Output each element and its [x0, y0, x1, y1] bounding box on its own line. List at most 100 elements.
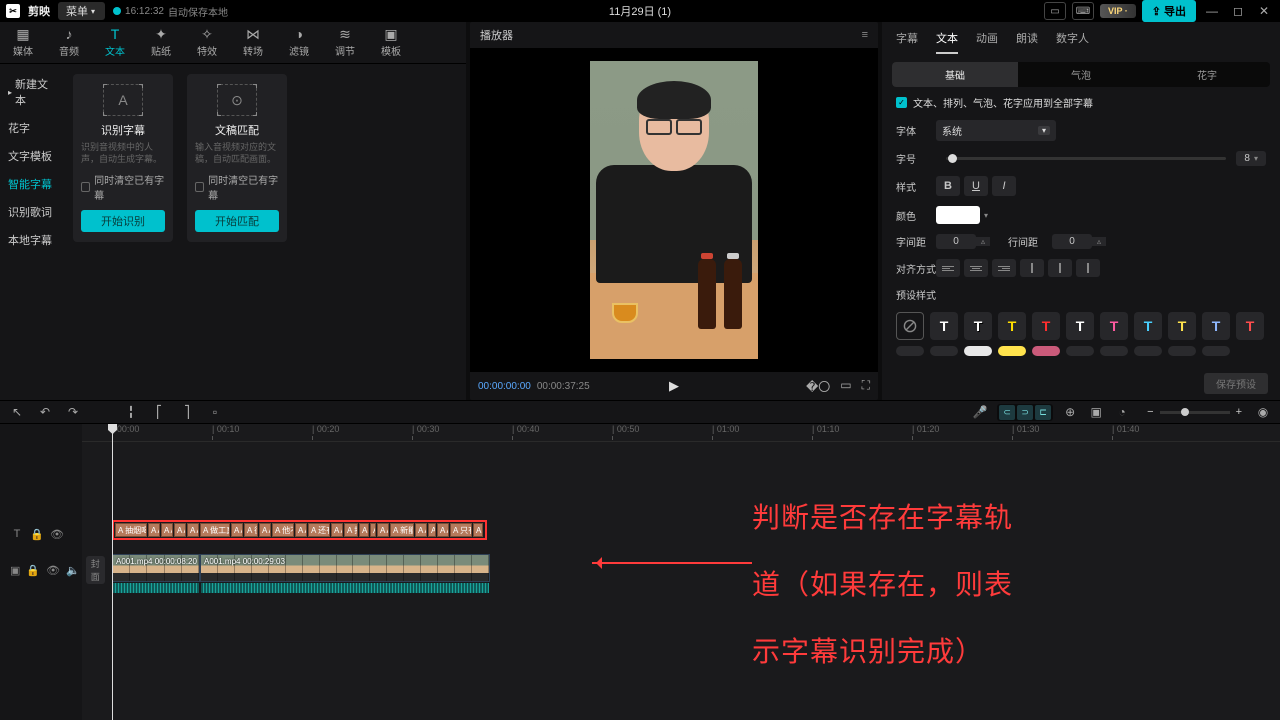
mic-icon[interactable]: 🎤	[971, 405, 989, 419]
subtab-花字[interactable]: 花字	[1144, 62, 1270, 87]
subtitle-clip[interactable]: A A	[377, 523, 389, 537]
shortcut-icon[interactable]: ⌨	[1072, 2, 1094, 20]
subtitle-clip[interactable]: A A	[473, 523, 483, 537]
layout-icon[interactable]: ▭	[1044, 2, 1066, 20]
play-button[interactable]: ▶	[669, 378, 679, 394]
inspector-tab-字幕[interactable]: 字幕	[896, 30, 918, 54]
sidebar-item-新建文本[interactable]: 新建文本	[0, 70, 65, 114]
subtitle-clip[interactable]: A A	[161, 523, 173, 537]
subtitle-track[interactable]: A 抽烟喝A AA AA AA AA 做工真A AA 往A AA 他不A AA …	[112, 520, 487, 540]
sidebar-item-花字[interactable]: 花字	[0, 114, 65, 142]
subtitle-clip[interactable]: A A	[231, 523, 243, 537]
preset-bar-9[interactable]	[1202, 346, 1230, 356]
card-checkbox[interactable]: 同时清空已有字幕	[195, 172, 279, 202]
align-right[interactable]	[992, 259, 1016, 277]
subtitle-clip[interactable]: A 做工真	[200, 523, 230, 537]
preset-0[interactable]: T	[930, 312, 958, 340]
preset-3[interactable]: T	[1032, 312, 1060, 340]
redo-icon[interactable]: ↷	[64, 405, 82, 419]
tooltab-媒体[interactable]: ▦媒体	[0, 22, 46, 63]
subtitle-clip[interactable]: A A	[148, 523, 160, 537]
close-icon[interactable]: ✕	[1254, 4, 1274, 18]
subtitle-clip[interactable]: A 他不	[272, 523, 294, 537]
tooltab-文本[interactable]: T文本	[92, 22, 138, 63]
apply-all-row[interactable]: ✓ 文本、排列、气泡、花字应用到全部字幕	[896, 95, 1266, 110]
sidebar-item-智能字幕[interactable]: 智能字幕	[0, 170, 65, 198]
preset-7[interactable]: T	[1168, 312, 1196, 340]
tooltab-音频[interactable]: ♪音频	[46, 22, 92, 63]
preset-bar-8[interactable]	[1168, 346, 1196, 356]
subtitle-clip[interactable]: A A	[370, 523, 376, 537]
ratio-icon[interactable]: ▭	[840, 378, 851, 395]
snap-1[interactable]: ⊂	[999, 405, 1015, 420]
video-clip[interactable]: A001.mp4 00:00:08:20	[112, 554, 200, 582]
tooltab-滤镜[interactable]: ◑滤镜	[276, 22, 322, 63]
menu-button[interactable]: 菜单	[58, 2, 105, 20]
subtitle-track-label[interactable]: T 🔒 👁	[0, 516, 82, 552]
zoom-fit-icon[interactable]: ◉	[1254, 405, 1272, 419]
tooltab-调节[interactable]: ≋调节	[322, 22, 368, 63]
inspector-tab-文本[interactable]: 文本	[936, 30, 958, 54]
marker-icon[interactable]: ⊕	[1061, 405, 1079, 419]
sidebar-item-文字模板[interactable]: 文字模板	[0, 142, 65, 170]
preset-8[interactable]: T	[1202, 312, 1230, 340]
card-action-button[interactable]: 开始识别	[81, 210, 165, 232]
spacing-input[interactable]: 0	[936, 234, 976, 249]
preset-6[interactable]: T	[1134, 312, 1162, 340]
fullscreen-icon[interactable]: ⛶	[862, 378, 870, 395]
split-icon[interactable]: ╏	[122, 405, 140, 419]
subtitle-clip[interactable]: A A	[295, 523, 307, 537]
player-menu-icon[interactable]: ≡	[862, 29, 868, 41]
track-toggle-icon[interactable]: ◔	[1113, 405, 1131, 419]
snap-2[interactable]: ⊃	[1017, 405, 1033, 420]
maximize-icon[interactable]: ◻	[1228, 4, 1248, 18]
tooltab-模板[interactable]: ▣模板	[368, 22, 414, 63]
playhead[interactable]	[112, 424, 113, 720]
save-preset-button[interactable]: 保存预设	[1204, 373, 1268, 394]
lineheight-input[interactable]: 0	[1052, 234, 1092, 249]
align-v3[interactable]	[1076, 259, 1100, 277]
preset-bar-2[interactable]	[964, 346, 992, 356]
subtab-基础[interactable]: 基础	[892, 62, 1018, 87]
subtitle-clip[interactable]: A A	[259, 523, 271, 537]
align-v1[interactable]	[1020, 259, 1044, 277]
cursor-tool-icon[interactable]: ↖	[8, 405, 26, 419]
split-right-icon[interactable]: ⎤	[178, 405, 196, 419]
undo-icon[interactable]: ↶	[36, 405, 54, 419]
zoom-control[interactable]: − + ◉	[1147, 405, 1272, 419]
subtitle-clip[interactable]: A 打	[344, 523, 358, 537]
preset-4[interactable]: T	[1066, 312, 1094, 340]
preset-bar-3[interactable]	[998, 346, 1026, 356]
subtitle-clip[interactable]: A 还有	[308, 523, 330, 537]
card-checkbox[interactable]: 同时清空已有字幕	[81, 172, 165, 202]
color-swatch[interactable]: ▾	[936, 206, 988, 224]
subtitle-clip[interactable]: A A	[437, 523, 449, 537]
preset-bar-0[interactable]	[896, 346, 924, 356]
subtitle-clip[interactable]: A 8	[428, 523, 436, 537]
align-v2[interactable]	[1048, 259, 1072, 277]
preset-bar-6[interactable]	[1100, 346, 1128, 356]
align-left[interactable]	[936, 259, 960, 277]
spacing-step[interactable]: ▵	[976, 237, 990, 246]
preset-5[interactable]: T	[1100, 312, 1128, 340]
minimize-icon[interactable]: —	[1202, 4, 1222, 18]
subtab-气泡[interactable]: 气泡	[1018, 62, 1144, 87]
snapshot-icon[interactable]: �〇	[806, 378, 830, 395]
inspector-tab-朗读[interactable]: 朗读	[1016, 30, 1038, 54]
preview-render-icon[interactable]: ▣	[1087, 405, 1105, 419]
tracks-area[interactable]: | 00:00| 00:10| 00:20| 00:30| 00:40| 00:…	[82, 424, 1280, 720]
zoom-out-icon[interactable]: −	[1147, 406, 1153, 418]
tooltab-转场[interactable]: ⋈转场	[230, 22, 276, 63]
sidebar-item-识别歌词[interactable]: 识别歌词	[0, 198, 65, 226]
apply-all-checkbox[interactable]: ✓	[896, 97, 907, 108]
inspector-tab-动画[interactable]: 动画	[976, 30, 998, 54]
snap-3[interactable]: ⊏	[1035, 405, 1051, 420]
preset-9[interactable]: T	[1236, 312, 1264, 340]
time-ruler[interactable]: | 00:00| 00:10| 00:20| 00:30| 00:40| 00:…	[82, 424, 1280, 442]
preset-bar-7[interactable]	[1134, 346, 1162, 356]
preset-bar-5[interactable]	[1066, 346, 1094, 356]
subtitle-clip[interactable]: A A	[331, 523, 343, 537]
preset-bar-1[interactable]	[930, 346, 958, 356]
export-button[interactable]: ⇪ 导出	[1142, 0, 1196, 22]
preset-none[interactable]	[896, 312, 924, 340]
